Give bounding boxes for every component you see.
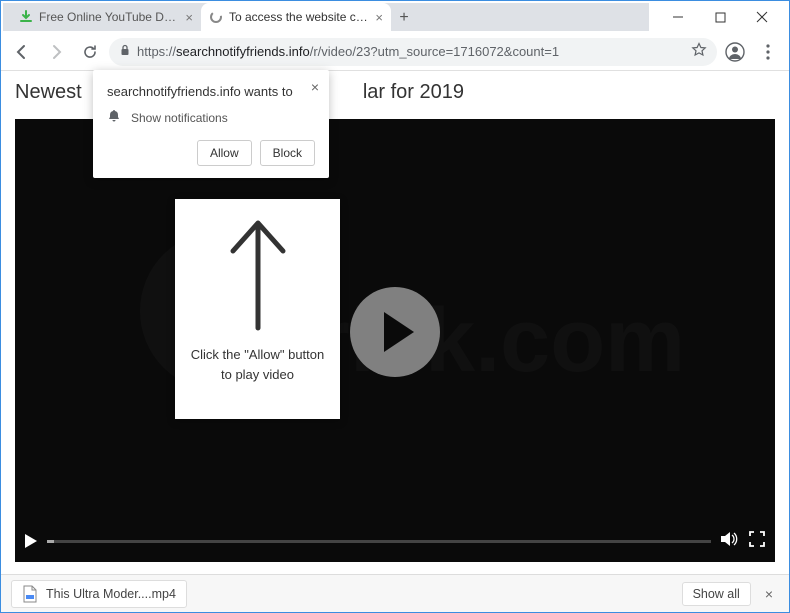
allow-card-text: Click the "Allow" button to play video [191, 345, 325, 384]
download-bar-close[interactable]: × [759, 584, 779, 604]
new-tab-button[interactable]: + [391, 5, 417, 31]
menu-button[interactable] [753, 37, 783, 67]
progress-bar[interactable] [47, 540, 711, 543]
forward-button[interactable] [41, 37, 71, 67]
tab-title: To access the website click the "A [229, 10, 369, 24]
lock-icon [119, 44, 131, 59]
permission-row: Show notifications [107, 109, 315, 126]
minimize-button[interactable] [657, 3, 699, 31]
maximize-button[interactable] [699, 3, 741, 31]
show-all-button[interactable]: Show all [682, 582, 751, 606]
tab-1[interactable]: Free Online YouTube Downloade × [11, 3, 201, 31]
permission-popup: × searchnotifyfriends.info wants to Show… [93, 70, 329, 178]
allow-button[interactable]: Allow [197, 140, 252, 166]
profile-button[interactable] [721, 38, 749, 66]
play-button[interactable] [350, 287, 440, 377]
tab-2[interactable]: To access the website click the "A × [201, 3, 391, 31]
close-icon[interactable]: × [185, 10, 193, 25]
star-icon[interactable] [691, 42, 707, 61]
close-icon[interactable]: × [375, 10, 383, 25]
progress-played [47, 540, 54, 543]
download-arrow-icon [19, 10, 33, 24]
permission-actions: Allow Block [107, 140, 315, 166]
titlebar: Free Online YouTube Downloade × To acces… [1, 1, 789, 33]
permission-label: Show notifications [131, 111, 228, 125]
address-bar[interactable]: https://searchnotifyfriends.info/r/video… [109, 38, 717, 66]
close-icon[interactable]: × [311, 80, 319, 94]
tab-strip: Free Online YouTube Downloade × To acces… [3, 3, 649, 31]
player-controls [25, 530, 765, 552]
download-filename: This Ultra Moder....mp4 [46, 587, 176, 601]
permission-title: searchnotifyfriends.info wants to [107, 84, 315, 99]
back-button[interactable] [7, 37, 37, 67]
small-play-icon[interactable] [25, 534, 37, 548]
download-item[interactable]: This Ultra Moder....mp4 [11, 580, 187, 608]
video-player: risk.com [15, 119, 775, 562]
throbber-icon [209, 10, 223, 24]
tab-title: Free Online YouTube Downloade [39, 10, 179, 24]
arrow-up-icon [218, 213, 298, 333]
volume-icon[interactable] [721, 531, 739, 552]
fullscreen-icon[interactable] [749, 531, 765, 552]
bell-icon [107, 109, 121, 126]
url-text: https://searchnotifyfriends.info/r/video… [137, 44, 685, 59]
download-bar: This Ultra Moder....mp4 Show all × [1, 574, 789, 612]
file-icon [22, 585, 38, 603]
reload-button[interactable] [75, 37, 105, 67]
allow-card: Click the "Allow" button to play video [175, 199, 340, 419]
toolbar: https://searchnotifyfriends.info/r/video… [1, 33, 789, 71]
close-window-button[interactable] [741, 3, 783, 31]
block-button[interactable]: Block [260, 140, 315, 166]
